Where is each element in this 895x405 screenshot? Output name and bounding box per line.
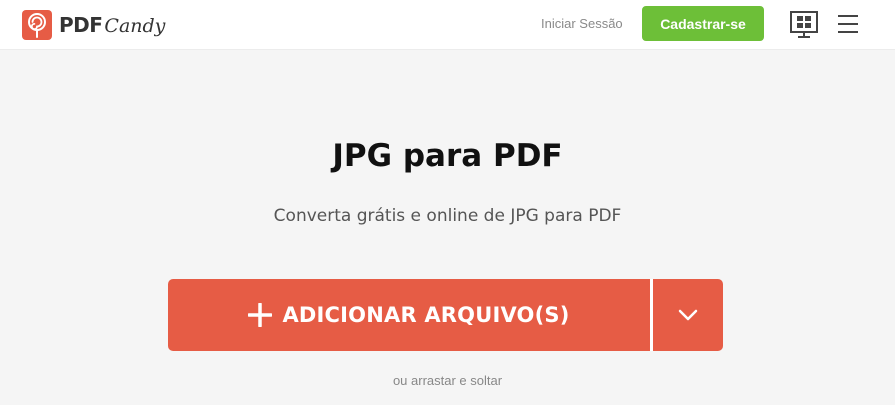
logo-wordmark: PDF Candy <box>59 13 165 37</box>
page-subtitle: Converta grátis e online de JPG para PDF <box>273 206 622 226</box>
header: PDF Candy Iniciar Sessão Cadastrar-se <box>0 0 895 50</box>
windows-icon[interactable] <box>789 10 819 40</box>
pdfcandy-logo[interactable]: PDF Candy <box>22 10 165 40</box>
page-title: JPG para PDF <box>332 138 563 174</box>
upload-source-dropdown[interactable] <box>653 279 723 351</box>
login-link[interactable]: Iniciar Sessão <box>541 16 623 31</box>
add-files-label: ADICIONAR ARQUIVO(S) <box>282 303 570 327</box>
signup-button[interactable]: Cadastrar-se <box>642 6 764 41</box>
logo-candy-text: Candy <box>104 15 166 37</box>
logo-pdf-text: PDF <box>59 13 103 37</box>
menu-icon[interactable] <box>836 13 860 35</box>
lollipop-icon <box>22 10 52 40</box>
upload-group: ADICIONAR ARQUIVO(S) <box>168 279 723 351</box>
chevron-down-icon <box>678 309 698 321</box>
drag-drop-hint: ou arrastar e soltar <box>392 373 503 388</box>
plus-icon <box>248 303 273 327</box>
add-files-button[interactable]: ADICIONAR ARQUIVO(S) <box>168 279 650 351</box>
